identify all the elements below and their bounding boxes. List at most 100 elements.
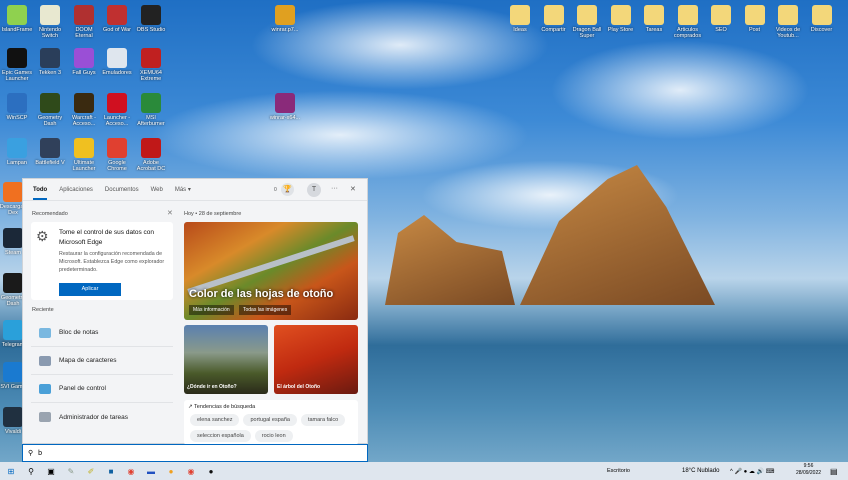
desktop-icon[interactable]: MSI Afterburner <box>134 93 168 127</box>
desktop-icon[interactable]: Nintendo Switch <box>33 5 67 39</box>
desktop-icon[interactable]: WinSCP <box>0 93 34 121</box>
search-input[interactable]: ⚲ b <box>22 444 368 462</box>
charmap-icon <box>39 355 51 366</box>
desktop-icon[interactable]: Warcraft - Acceso... <box>67 93 101 127</box>
desktop-icon[interactable]: Epic Games Launcher <box>0 48 34 82</box>
folder-icon <box>577 5 597 25</box>
date: 28/09/2022 <box>796 470 822 476</box>
desktop-icon[interactable]: XEMU64 Extreme <box>134 48 168 82</box>
app-icon <box>141 138 161 158</box>
hero-card[interactable]: Color de las hojas de otoño Más informac… <box>184 222 358 320</box>
desktop-icon[interactable]: Tekken 3 <box>33 48 67 76</box>
points-count: 0 <box>274 187 277 193</box>
trend-chip[interactable]: seleccion española <box>190 430 251 442</box>
desktop-folder[interactable]: Tareas <box>637 5 671 33</box>
desktop-folder[interactable]: Videos de Youtub... <box>771 5 805 39</box>
tab-mas[interactable]: Más ▾ <box>175 186 191 193</box>
app-icon[interactable]: ✎ <box>64 465 78 477</box>
chrome-icon[interactable]: ◉ <box>124 465 138 477</box>
remote-desktop-icon[interactable]: ▬ <box>144 465 158 477</box>
desktop-folder[interactable]: SEO <box>704 5 738 33</box>
desktop-icon[interactable]: Adobe Acrobat DC <box>134 138 168 172</box>
start-button[interactable]: ⊞ <box>4 465 18 477</box>
icon-label: Launcher - Acceso... <box>103 115 131 127</box>
tab-todo[interactable]: Todo <box>33 180 48 200</box>
recent-item-administrador-de-tareas[interactable]: Administrador de tareas <box>31 403 173 431</box>
icon-label: Fall Guys <box>72 70 96 76</box>
icon-label: Lampan <box>7 160 27 166</box>
gear-icon: ⚙ <box>36 228 49 244</box>
trend-chip[interactable]: rocio leon <box>254 430 293 442</box>
date-label: Hoy • 28 de septiembre <box>184 211 242 217</box>
desktop-folder[interactable]: Post <box>738 5 772 33</box>
recent-item-panel-de-control[interactable]: Panel de control <box>31 375 173 403</box>
desktop-icon[interactable]: Launcher - Acceso... <box>100 93 134 127</box>
tab-web[interactable]: Web <box>151 187 163 193</box>
folder-icon <box>778 5 798 25</box>
icon-label: Discover <box>810 27 833 33</box>
tray-icons[interactable]: ^ 🎤 ● ☁ 🔊 ⌨ <box>730 468 774 475</box>
road <box>187 235 355 295</box>
tab-aplicaciones[interactable]: Aplicaciones <box>59 187 93 193</box>
app-icon <box>74 48 94 68</box>
tab-documentos[interactable]: Documentos <box>105 187 139 193</box>
rewards-icon[interactable]: 🏆 <box>281 183 294 196</box>
desktop-icon[interactable]: DOOM Eternal <box>67 5 101 39</box>
rec-title: Tome el control de sus datos con Microso… <box>59 229 155 246</box>
recent-item-mapa-de-caracteres[interactable]: Mapa de caracteres <box>31 347 173 375</box>
desktop-icon[interactable]: God of War <box>100 5 134 33</box>
apply-button[interactable]: Aplicar <box>59 283 121 296</box>
icon-label: winrar-x64... <box>269 115 301 121</box>
chrome-profile-icon[interactable]: ◉ <box>184 465 198 477</box>
avatar[interactable]: T <box>307 183 321 197</box>
all-images-link[interactable]: Todas las imágenes <box>239 305 292 315</box>
search-button[interactable]: ⚲ <box>24 465 38 477</box>
edge-canary-icon[interactable]: ● <box>164 465 178 477</box>
app-icon <box>141 48 161 68</box>
desktop-icon[interactable]: Geometry Dash <box>33 93 67 127</box>
more-options-button[interactable]: ··· <box>331 185 338 192</box>
desktop-folder[interactable]: Dragon Ball Super <box>570 5 604 39</box>
store-icon[interactable]: ■ <box>104 465 118 477</box>
tile-donde-ir[interactable]: ¿Dónde ir en Otoño? <box>184 325 268 394</box>
clock[interactable]: 9:56 28/09/2022 <box>796 463 821 477</box>
icon-label: Tekken 3 <box>38 70 61 76</box>
tile-arbol[interactable]: El árbol del Otoño <box>274 325 358 394</box>
more-info-link[interactable]: Más información <box>189 305 234 315</box>
desktop-icon[interactable]: Google Chrome <box>100 138 134 172</box>
icon-label: Play Store <box>607 27 634 33</box>
icon-label: SEO <box>715 27 727 33</box>
obs-icon[interactable]: ● <box>204 465 218 477</box>
recent-item-bloc-de-notas[interactable]: Bloc de notas <box>31 319 173 347</box>
icon-label: Emuladores <box>102 70 132 76</box>
desktop-folder[interactable]: Ideas <box>503 5 537 33</box>
desktop-folder[interactable]: Compartir <box>537 5 571 33</box>
weather-widget[interactable]: 18°C Nublado <box>682 468 719 474</box>
desktop-folder[interactable]: Articulos comprados <box>671 5 705 39</box>
desktop-icon[interactable]: Emuladores <box>100 48 134 76</box>
icon-label: Google Chrome <box>107 160 127 172</box>
icon-label: Geometry Dash <box>37 115 63 127</box>
desktop-folder[interactable]: Discover <box>805 5 839 33</box>
desktop-icon[interactable]: Battlefield V <box>33 138 67 166</box>
app-icon <box>7 5 27 25</box>
desktop-icon[interactable]: Lampan <box>0 138 34 166</box>
desktop-icon[interactable]: winrar.p7... <box>268 5 302 33</box>
dismiss-icon[interactable]: ✕ <box>167 209 173 217</box>
desktop-icon[interactable]: Fall Guys <box>67 48 101 76</box>
notepad-pp-icon[interactable]: ✐ <box>84 465 98 477</box>
desktop-toolbar[interactable]: Escritorio <box>607 468 630 474</box>
desktop-folder[interactable]: Play Store <box>604 5 638 33</box>
task-view-icon[interactable]: ▣ <box>44 465 58 477</box>
close-button[interactable]: ✕ <box>350 185 356 193</box>
desktop-icon[interactable]: IslandFrame <box>0 5 34 33</box>
desktop-icon[interactable]: winrar-x64... <box>268 93 302 121</box>
rec-body: Restaurar la configuración recomendada d… <box>59 251 165 273</box>
trend-chip[interactable]: portugal españa <box>243 414 297 426</box>
search-query: b <box>38 449 43 457</box>
desktop-icon[interactable]: Ultimate Launcher <box>67 138 101 172</box>
notifications-icon[interactable]: ▤ <box>830 467 838 476</box>
desktop-icon[interactable]: OBS Studio <box>134 5 168 33</box>
trend-chip[interactable]: elena sanchez <box>190 414 240 426</box>
trend-chip[interactable]: tamara falco <box>300 414 346 426</box>
